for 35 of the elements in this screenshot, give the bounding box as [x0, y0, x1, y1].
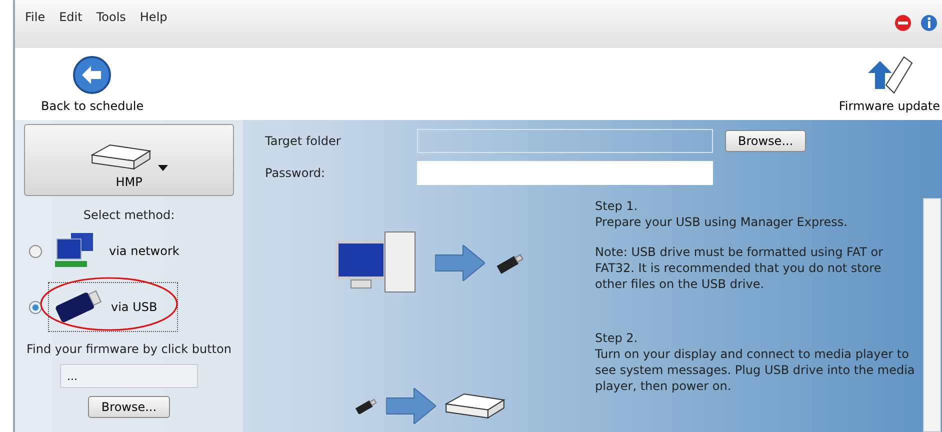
- step-text: Note: USB drive must be formatted using FAT or FAT32. It is recommended that you do not store other files on the USB drive.: [595, 244, 884, 292]
- step-title: Step 1.: [595, 198, 639, 214]
- scrollbar[interactable]: [923, 198, 941, 432]
- menu-item[interactable]: Edit: [59, 10, 82, 24]
- dropdown-caret-icon: [158, 165, 168, 171]
- menu-item[interactable]: Help: [140, 10, 168, 24]
- radio-button[interactable]: [29, 244, 42, 258]
- device-selector[interactable]: HMP: [24, 124, 234, 196]
- info-icon[interactable]: [920, 14, 938, 32]
- usb-stick-icon: [495, 252, 525, 274]
- step-text: Prepare your USB using Manager Express.: [595, 214, 848, 230]
- usb-stick-icon: [354, 398, 378, 414]
- back-button[interactable]: Back to schedule: [41, 55, 144, 114]
- method-option[interactable]: via USB: [48, 282, 178, 332]
- target-folder-label: Target folder: [265, 134, 342, 148]
- target-folder-field[interactable]: [417, 129, 713, 153]
- no-entry-icon[interactable]: [894, 14, 912, 32]
- step-text: Turn on your display and connect to media player to see system messages. Plug USB drive into the media player, then power on.: [595, 346, 915, 394]
- method-label: Select method:: [83, 208, 175, 222]
- menu-item[interactable]: Tools: [96, 10, 126, 24]
- firmware-label: Find your firmware by click button: [26, 342, 232, 356]
- firmware-path-field[interactable]: ...: [60, 364, 198, 388]
- right-arrow-icon: [386, 388, 436, 424]
- browse-button[interactable]: Browse...: [88, 396, 170, 418]
- password-label: Password:: [265, 166, 326, 180]
- media-player-icon: [90, 143, 152, 171]
- right-arrow-icon: [435, 245, 485, 281]
- browse-button[interactable]: Browse...: [725, 130, 806, 152]
- step-title: Step 2.: [595, 330, 639, 346]
- menu-item[interactable]: File: [25, 10, 46, 24]
- media-player-icon: [444, 392, 506, 420]
- password-field[interactable]: [417, 161, 713, 185]
- radio-button[interactable]: [29, 300, 42, 314]
- method-option[interactable]: via network: [48, 226, 200, 276]
- firmware-update-button[interactable]: Firmware update: [838, 55, 940, 114]
